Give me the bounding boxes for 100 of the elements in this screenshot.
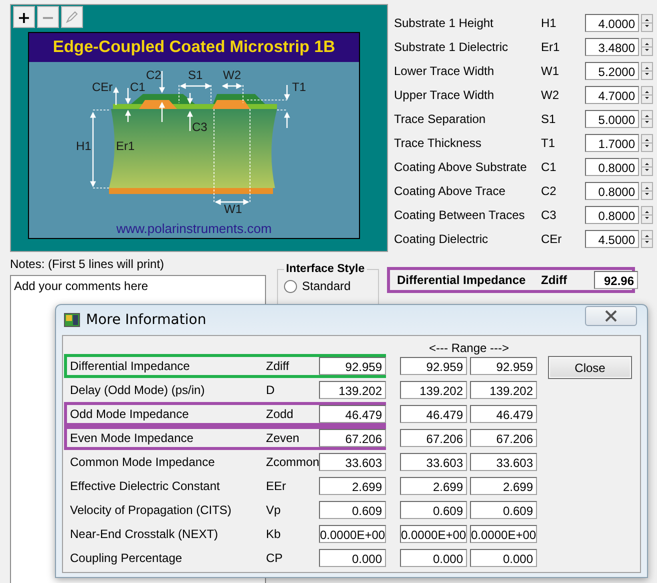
result-value: 2.699 (319, 477, 386, 495)
parameter-input[interactable]: 0.8000 (585, 206, 639, 224)
result-label: Differential Impedance (397, 273, 527, 287)
parameter-input[interactable]: 3.4800 (585, 38, 639, 56)
parameter-label: Trace Separation (394, 112, 487, 126)
range-high-value: 33.603 (470, 453, 537, 471)
result-symbol: Zodd (266, 407, 294, 421)
dimension-label: T1 (292, 80, 306, 94)
result-symbol: Zdiff (541, 273, 568, 287)
spinner-control[interactable] (641, 62, 653, 80)
result-value: 0.0000E+00 (319, 525, 386, 543)
parameter-input[interactable]: 0.8000 (585, 182, 639, 200)
toolbar-button[interactable]: + (13, 6, 35, 28)
result-value: 92.959 (319, 357, 386, 375)
result-value: 67.206 (319, 429, 386, 447)
parameter-label: Coating Above Trace (394, 184, 506, 198)
parameter-symbol: C1 (541, 160, 558, 174)
parameter-label: Upper Trace Width (394, 88, 496, 102)
range-high-value: 139.202 (470, 381, 537, 399)
result-label: Delay (Odd Mode) (ps/in) (70, 383, 206, 397)
result-value: 46.479 (319, 405, 386, 423)
parameter-symbol: T1 (541, 136, 556, 150)
parameter-symbol: W2 (541, 88, 560, 102)
spinner-control[interactable] (641, 182, 653, 200)
parameter-input[interactable]: 1.7000 (585, 134, 639, 152)
result-symbol: D (266, 383, 276, 397)
result-value: 139.202 (319, 381, 386, 399)
result-label: Even Mode Impedance (70, 431, 194, 445)
dimension-label: W1 (224, 202, 242, 216)
parameter-label: Trace Thickness (394, 136, 482, 150)
parameter-input[interactable]: 0.8000 (585, 158, 639, 176)
dimension-label: C3 (192, 120, 208, 134)
parameter-input[interactable]: 5.0000 (585, 110, 639, 128)
range-low-value: 92.959 (400, 357, 467, 375)
range-header: <--- Range ---> (428, 341, 510, 355)
dialog-title: More Information (86, 312, 206, 328)
range-high-value: 2.699 (470, 477, 537, 495)
parameter-symbol: C3 (541, 208, 558, 222)
dimension-label: H1 (76, 139, 92, 153)
result-label: Common Mode Impedance (70, 455, 216, 469)
range-low-value: 0.0000E+00 (400, 525, 467, 543)
diagram-title: Edge-Coupled Coated Microstrip 1B (29, 33, 359, 62)
parameter-label: Coating Between Traces (394, 208, 526, 222)
range-low-value: 33.603 (400, 453, 467, 471)
spinner-control[interactable] (641, 14, 653, 32)
range-low-value: 46.479 (400, 405, 467, 423)
spinner-control[interactable] (641, 206, 653, 224)
range-low-value: 2.699 (400, 477, 467, 495)
parameter-symbol: Er1 (541, 40, 561, 54)
radio-option[interactable]: Standard (284, 279, 372, 293)
parameter-symbol: H1 (541, 16, 558, 30)
parameter-label: Lower Trace Width (394, 64, 496, 78)
result-symbol: EEr (266, 479, 288, 493)
close-dialog-button[interactable]: Close (548, 356, 632, 379)
notes-label: Notes: (First 5 lines will print) (10, 257, 166, 271)
parameter-symbol: CEr (541, 232, 563, 246)
spinner-control[interactable] (641, 158, 653, 176)
parameter-input[interactable]: 4.0000 (585, 14, 639, 32)
parameter-input[interactable]: 4.7000 (585, 86, 639, 104)
result-symbol: Zeven (266, 431, 300, 445)
group-title: Interface Style (285, 263, 366, 275)
spinner-control[interactable] (641, 38, 653, 56)
range-high-value: 67.206 (470, 429, 537, 447)
result-label: Odd Mode Impedance (70, 407, 190, 421)
spinner-control[interactable] (641, 230, 653, 248)
result-label: Effective Dielectric Constant (70, 479, 221, 493)
close-button[interactable] (585, 306, 637, 326)
result-symbol: CP (266, 551, 284, 565)
range-low-value: 0.000 (400, 549, 467, 567)
parameter-label: Substrate 1 Height (394, 16, 494, 30)
result-value: 0.000 (319, 549, 386, 567)
range-low-value: 139.202 (400, 381, 467, 399)
range-low-value: 67.206 (400, 429, 467, 447)
range-high-value: 0.0000E+00 (470, 525, 537, 543)
range-high-value: 0.000 (470, 549, 537, 567)
range-high-value: 92.959 (470, 357, 537, 375)
range-low-value: 0.609 (400, 501, 467, 519)
result-label: Near-End Crosstalk (NEXT) (70, 527, 220, 541)
result-symbol: Zcommon (266, 455, 319, 469)
dimension-label: W2 (223, 68, 241, 82)
pen-icon (65, 10, 79, 24)
result-label: Differential Impedance (70, 359, 191, 373)
parameter-symbol: C2 (541, 184, 558, 198)
dimension-label: C2 (146, 68, 162, 82)
dimension-label: C1 (130, 80, 146, 94)
spinner-control[interactable] (641, 110, 653, 128)
website-url: www.polarinstruments.com (116, 221, 272, 236)
range-high-value: 0.609 (470, 501, 537, 519)
range-high-value: 46.479 (470, 405, 537, 423)
parameter-symbol: S1 (541, 112, 557, 126)
result-label: Coupling Percentage (70, 551, 184, 565)
radio-button[interactable] (284, 280, 297, 292)
parameter-symbol: W1 (541, 64, 560, 78)
parameter-label: Coating Above Substrate (394, 160, 528, 174)
parameter-input[interactable]: 4.5000 (585, 230, 639, 248)
spinner-control[interactable] (641, 86, 653, 104)
spinner-control[interactable] (641, 134, 653, 152)
result-value: 33.603 (319, 453, 386, 471)
result-symbol: Kb (266, 527, 282, 541)
parameter-input[interactable]: 5.2000 (585, 62, 639, 80)
